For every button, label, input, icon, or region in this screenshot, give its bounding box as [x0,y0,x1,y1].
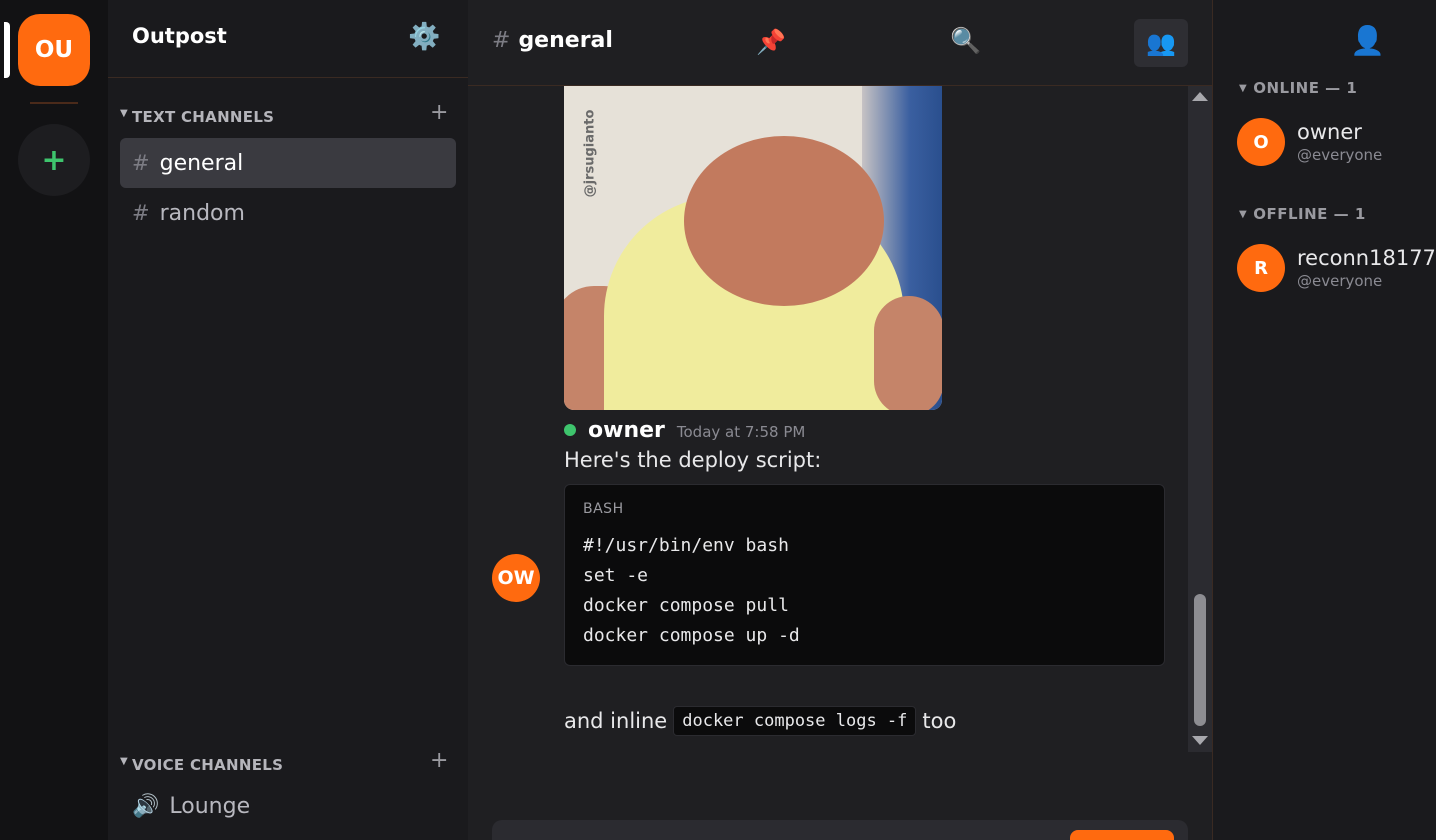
inline-text-before: and inline [564,709,668,733]
attachment-shape [684,136,884,306]
active-server-indicator [4,22,10,78]
server-name: Outpost [132,24,227,48]
scrollbar-thumb[interactable] [1194,594,1206,726]
channel-sidebar: Outpost ⚙️ ▼ TEXT CHANNELS + # general # … [108,0,468,840]
chevron-down-icon: ▼ [120,756,128,767]
search-icon[interactable]: 🔍 [950,26,981,56]
add-text-channel-button[interactable]: + [430,100,448,125]
speaker-icon: 🔊 [132,794,160,819]
channel-item-general[interactable]: # general [120,138,456,188]
member-role: @everyone [1297,272,1383,290]
group-label: ONLINE — 1 [1253,79,1358,97]
inline-code: docker compose logs -f [673,706,917,736]
code-block: BASH #!/usr/bin/env bash set -e docker c… [564,484,1165,666]
avatar[interactable]: OW [492,554,540,602]
members-group-offline[interactable]: ▼ OFFLINE — 1 [1239,205,1366,223]
channel-item-random[interactable]: # random [120,188,456,238]
scroll-down-arrow-icon[interactable] [1192,736,1208,745]
avatar: O [1237,118,1285,166]
member-name: reconn18177 [1297,246,1436,270]
member-item-owner[interactable]: O owner @everyone [1237,118,1382,166]
category-voice-channels[interactable]: ▼ VOICE CHANNELS [120,756,283,774]
avatar: R [1237,244,1285,292]
server-icon-outpost[interactable]: OU [18,14,90,86]
server-rail: OU + [0,0,108,840]
attachment-shape [604,136,904,410]
channel-title: # general [492,28,613,53]
gear-icon[interactable]: ⚙️ [408,22,440,52]
message-author[interactable]: owner [588,418,665,443]
send-button[interactable] [1070,830,1174,840]
online-status-dot [564,424,576,436]
member-item-reconn18177[interactable]: R reconn18177 @everyone [1237,244,1436,292]
code-language-label: BASH [583,501,624,517]
hash-icon: # [492,28,511,53]
add-server-button[interactable]: + [18,124,90,196]
add-voice-channel-button[interactable]: + [430,748,448,773]
channel-header: # general 📌 🔍 👥 [468,0,1212,86]
code-lines: #!/usr/bin/env bash set -e docker compos… [583,533,800,653]
attachment-shape [874,296,942,410]
members-toggle-button[interactable]: 👥 [1134,19,1188,67]
server-header[interactable]: Outpost ⚙️ [108,0,468,78]
member-role: @everyone [1297,146,1383,164]
code-line: docker compose up -d [583,625,800,646]
inline-text-after: too [922,709,957,733]
hash-icon: # [132,151,150,175]
voice-channel-lounge[interactable]: 🔊 Lounge [132,794,250,819]
chevron-down-icon: ▼ [1239,209,1248,220]
category-label: TEXT CHANNELS [132,108,275,126]
message-header: owner Today at 7:58 PM [564,418,805,443]
members-icon: 👥 [1146,29,1176,57]
category-text-channels[interactable]: ▼ TEXT CHANNELS [120,108,274,126]
attachment-watermark: @jrsugianto [582,109,598,198]
image-attachment[interactable]: @jrsugianto [564,86,942,410]
code-line: set -e [583,565,649,586]
pin-icon[interactable]: 📌 [756,28,786,56]
channel-title-label: general [518,28,613,53]
rail-divider [30,102,78,104]
chevron-down-icon: ▼ [1239,83,1248,94]
code-line: docker compose pull [583,595,789,616]
chevron-down-icon: ▼ [120,108,128,119]
messages-scrollbar[interactable] [1188,86,1212,752]
code-line: #!/usr/bin/env bash [583,535,789,556]
message-timestamp: Today at 7:58 PM [676,423,806,441]
member-name: owner [1297,120,1362,144]
channel-label: random [159,200,245,226]
message-text-inline: and inline docker compose logs -f too [564,706,956,736]
members-group-online[interactable]: ▼ ONLINE — 1 [1239,79,1357,97]
voice-channel-label: Lounge [169,794,251,819]
message-text: Here's the deploy script: [564,448,822,472]
chat-main: # general 📌 🔍 👥 @jrsugianto OW owner Toda… [468,0,1212,840]
scroll-up-arrow-icon[interactable] [1192,92,1208,101]
members-panel: 👤 ▼ ONLINE — 1 O owner @everyone ▼ OFFLINE… [1212,0,1436,840]
profile-icon[interactable]: 👤 [1350,24,1385,57]
channel-label: general [159,150,244,176]
category-label: VOICE CHANNELS [132,756,284,774]
hash-icon: # [132,201,150,225]
group-label: OFFLINE — 1 [1253,205,1366,223]
message-composer[interactable] [492,820,1188,840]
